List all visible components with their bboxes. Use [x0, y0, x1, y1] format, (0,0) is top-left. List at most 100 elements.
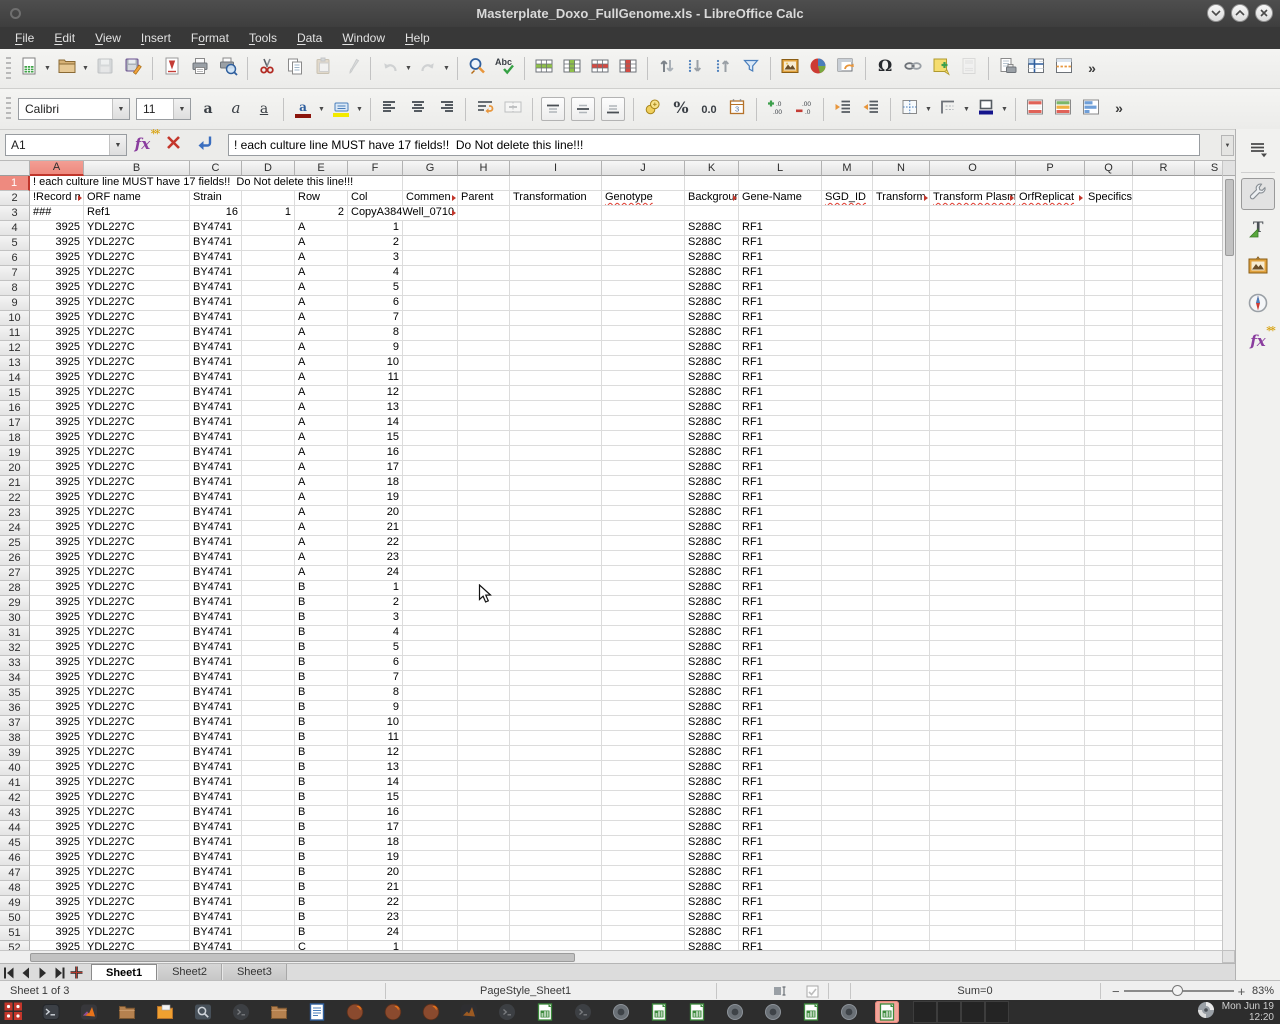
cell[interactable]: Genotype: [602, 191, 685, 206]
cell[interactable]: [510, 671, 602, 686]
cell[interactable]: [1195, 836, 1222, 851]
cell[interactable]: [403, 641, 458, 656]
cell[interactable]: B: [295, 671, 348, 686]
cell[interactable]: S288C: [685, 491, 739, 506]
cell[interactable]: S288C: [685, 431, 739, 446]
cell[interactable]: B: [295, 716, 348, 731]
sort-ascending-button[interactable]: [682, 56, 708, 82]
cell[interactable]: [458, 881, 510, 896]
cell[interactable]: [822, 206, 873, 221]
cell[interactable]: [602, 821, 685, 836]
cell[interactable]: [1016, 731, 1085, 746]
cell[interactable]: [403, 581, 458, 596]
underline-button[interactable]: a: [251, 96, 277, 122]
taskbar-calc-icon[interactable]: [647, 1001, 671, 1023]
cell[interactable]: [242, 761, 295, 776]
cell[interactable]: 3925: [30, 311, 84, 326]
cell[interactable]: 12: [348, 746, 403, 761]
cell[interactable]: [458, 671, 510, 686]
borders-dropdown-icon[interactable]: ▼: [924, 96, 933, 122]
column-header-N[interactable]: N: [873, 161, 930, 176]
cell[interactable]: [403, 386, 458, 401]
cell[interactable]: C: [295, 941, 348, 950]
cell[interactable]: 3925: [30, 596, 84, 611]
row-header-4[interactable]: 4: [0, 221, 30, 236]
border-style-dropdown-icon[interactable]: ▼: [962, 96, 971, 122]
cell[interactable]: [458, 461, 510, 476]
cell[interactable]: BY4741: [190, 911, 242, 926]
cf-color-scale-green-button[interactable]: [1050, 96, 1076, 122]
cell[interactable]: [242, 671, 295, 686]
taskbar-calc-icon[interactable]: [685, 1001, 709, 1023]
cell[interactable]: [602, 476, 685, 491]
cell[interactable]: [1195, 851, 1222, 866]
cell[interactable]: [1195, 626, 1222, 641]
cell[interactable]: [510, 581, 602, 596]
cell[interactable]: [602, 536, 685, 551]
cell[interactable]: 3925: [30, 926, 84, 941]
cell[interactable]: [1016, 926, 1085, 941]
cell[interactable]: [822, 416, 873, 431]
cell[interactable]: 3925: [30, 521, 84, 536]
cell[interactable]: A: [295, 251, 348, 266]
cell[interactable]: 1: [242, 206, 295, 221]
taskbar-app-round-icon[interactable]: [761, 1001, 785, 1023]
cell[interactable]: [1195, 926, 1222, 941]
cell[interactable]: RF1: [739, 611, 822, 626]
cell[interactable]: BY4741: [190, 491, 242, 506]
cell[interactable]: 4: [348, 626, 403, 641]
cell[interactable]: S288C: [685, 656, 739, 671]
align-right-button[interactable]: [433, 96, 459, 122]
cell[interactable]: [510, 656, 602, 671]
taskbar-file-manager-icon[interactable]: [115, 1001, 139, 1023]
font-color-button[interactable]: a: [290, 96, 316, 122]
cell[interactable]: [873, 836, 930, 851]
cell[interactable]: [510, 356, 602, 371]
cell[interactable]: [403, 506, 458, 521]
row-header-35[interactable]: 35: [0, 686, 30, 701]
cell[interactable]: [403, 716, 458, 731]
cell[interactable]: [403, 566, 458, 581]
cell[interactable]: 3925: [30, 296, 84, 311]
cell[interactable]: [602, 356, 685, 371]
cell[interactable]: [822, 776, 873, 791]
cell[interactable]: [1085, 551, 1133, 566]
cell[interactable]: [873, 386, 930, 401]
cell[interactable]: [403, 806, 458, 821]
cell[interactable]: [822, 806, 873, 821]
cell[interactable]: RF1: [739, 746, 822, 761]
delete-column-button[interactable]: [615, 56, 641, 82]
cell[interactable]: [930, 476, 1016, 491]
cell[interactable]: Gene-Name: [739, 191, 822, 206]
cell[interactable]: BY4741: [190, 821, 242, 836]
increase-indent-button[interactable]: [830, 96, 856, 122]
cell[interactable]: [873, 356, 930, 371]
cell[interactable]: [242, 326, 295, 341]
cell[interactable]: [873, 866, 930, 881]
cell[interactable]: [1195, 371, 1222, 386]
cell[interactable]: [602, 596, 685, 611]
cell[interactable]: [510, 611, 602, 626]
cell[interactable]: [458, 761, 510, 776]
cell[interactable]: [1133, 776, 1195, 791]
cell[interactable]: B: [295, 896, 348, 911]
cell[interactable]: RF1: [739, 566, 822, 581]
row-header-23[interactable]: 23: [0, 506, 30, 521]
cell[interactable]: [1016, 476, 1085, 491]
cell[interactable]: [1016, 431, 1085, 446]
cell[interactable]: [602, 206, 685, 221]
cell[interactable]: [822, 701, 873, 716]
cell[interactable]: B: [295, 626, 348, 641]
cell[interactable]: [458, 476, 510, 491]
cell[interactable]: BY4741: [190, 506, 242, 521]
cell[interactable]: [873, 296, 930, 311]
zoom-in-icon[interactable]: +: [1238, 985, 1246, 998]
cell[interactable]: YDL227C: [84, 686, 190, 701]
cell[interactable]: [822, 791, 873, 806]
cell[interactable]: [1195, 896, 1222, 911]
cell[interactable]: [1085, 581, 1133, 596]
cell[interactable]: [1133, 311, 1195, 326]
cell[interactable]: [242, 251, 295, 266]
cell[interactable]: [930, 926, 1016, 941]
row-header-19[interactable]: 19: [0, 446, 30, 461]
